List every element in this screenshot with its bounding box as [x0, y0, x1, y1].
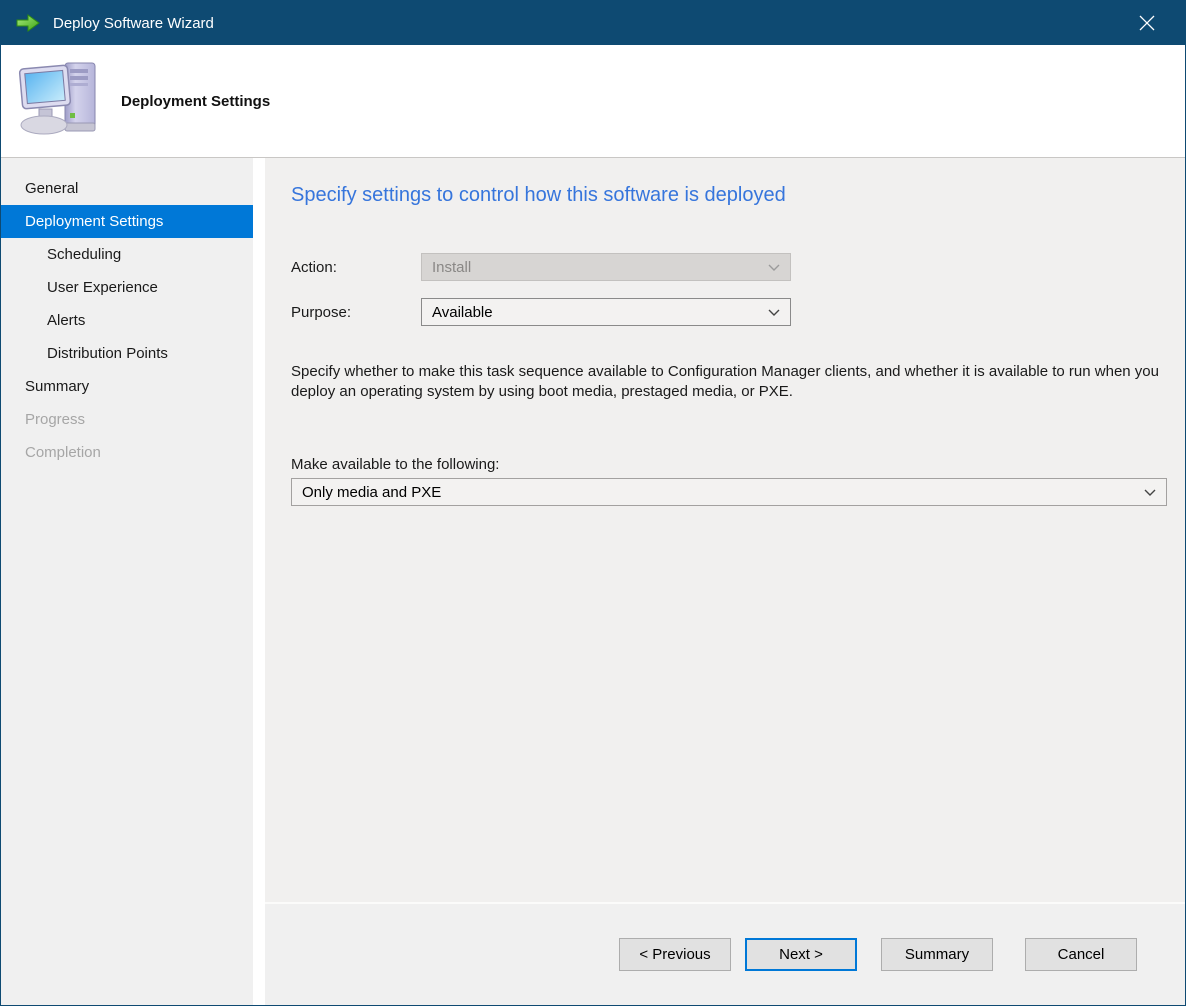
purpose-dropdown[interactable]: Available	[421, 298, 791, 326]
purpose-row: Purpose: Available	[291, 298, 1167, 326]
action-value: Install	[432, 259, 471, 276]
summary-button[interactable]: Summary	[881, 938, 993, 971]
chevron-down-icon	[1144, 484, 1156, 501]
purpose-value: Available	[432, 304, 493, 321]
sidebar-item-general[interactable]: General	[1, 172, 253, 205]
sidebar-item-alerts[interactable]: Alerts	[1, 304, 253, 337]
sidebar-item-completion: Completion	[1, 436, 253, 469]
sidebar-item-deployment-settings[interactable]: Deployment Settings	[1, 205, 253, 238]
deploy-software-wizard-window: Deploy Software Wizard	[0, 0, 1186, 1006]
page-title: Deployment Settings	[121, 93, 270, 110]
window-title: Deploy Software Wizard	[53, 15, 1125, 32]
content-heading: Specify settings to control how this sof…	[291, 184, 1167, 207]
chevron-down-icon	[768, 304, 780, 321]
sidebar-content-divider	[253, 158, 265, 1005]
close-icon[interactable]	[1125, 1, 1169, 45]
action-dropdown: Install	[421, 253, 791, 281]
wizard-steps-sidebar: General Deployment Settings Scheduling U…	[1, 158, 253, 1005]
title-bar: Deploy Software Wizard	[1, 1, 1185, 45]
sidebar-item-distribution-points[interactable]: Distribution Points	[1, 337, 253, 370]
action-row: Action: Install	[291, 253, 1167, 281]
sidebar-item-summary[interactable]: Summary	[1, 370, 253, 403]
next-button[interactable]: Next >	[745, 938, 857, 971]
make-available-value: Only media and PXE	[302, 484, 441, 501]
cancel-button[interactable]: Cancel	[1025, 938, 1137, 971]
make-available-label: Make available to the following:	[291, 456, 1167, 473]
make-available-dropdown[interactable]: Only media and PXE	[291, 478, 1167, 506]
previous-button[interactable]: < Previous	[619, 938, 731, 971]
content-column: Specify settings to control how this sof…	[265, 158, 1185, 1005]
chevron-down-icon	[768, 259, 780, 276]
wizard-page-header: Deployment Settings	[1, 45, 1185, 158]
sidebar-item-user-experience[interactable]: User Experience	[1, 271, 253, 304]
wizard-body: General Deployment Settings Scheduling U…	[1, 158, 1185, 1005]
page-content: Specify settings to control how this sof…	[265, 158, 1185, 902]
sidebar-item-progress: Progress	[1, 403, 253, 436]
form-rows: Action: Install Purpose: Available	[291, 253, 1167, 326]
action-label: Action:	[291, 259, 421, 276]
description-text: Specify whether to make this task sequen…	[291, 362, 1166, 402]
computer-icon	[15, 57, 105, 145]
purpose-label: Purpose:	[291, 304, 421, 321]
sidebar-item-scheduling[interactable]: Scheduling	[1, 238, 253, 271]
green-arrow-icon	[15, 13, 41, 33]
wizard-button-bar: < Previous Next > Summary Cancel	[265, 902, 1185, 1005]
